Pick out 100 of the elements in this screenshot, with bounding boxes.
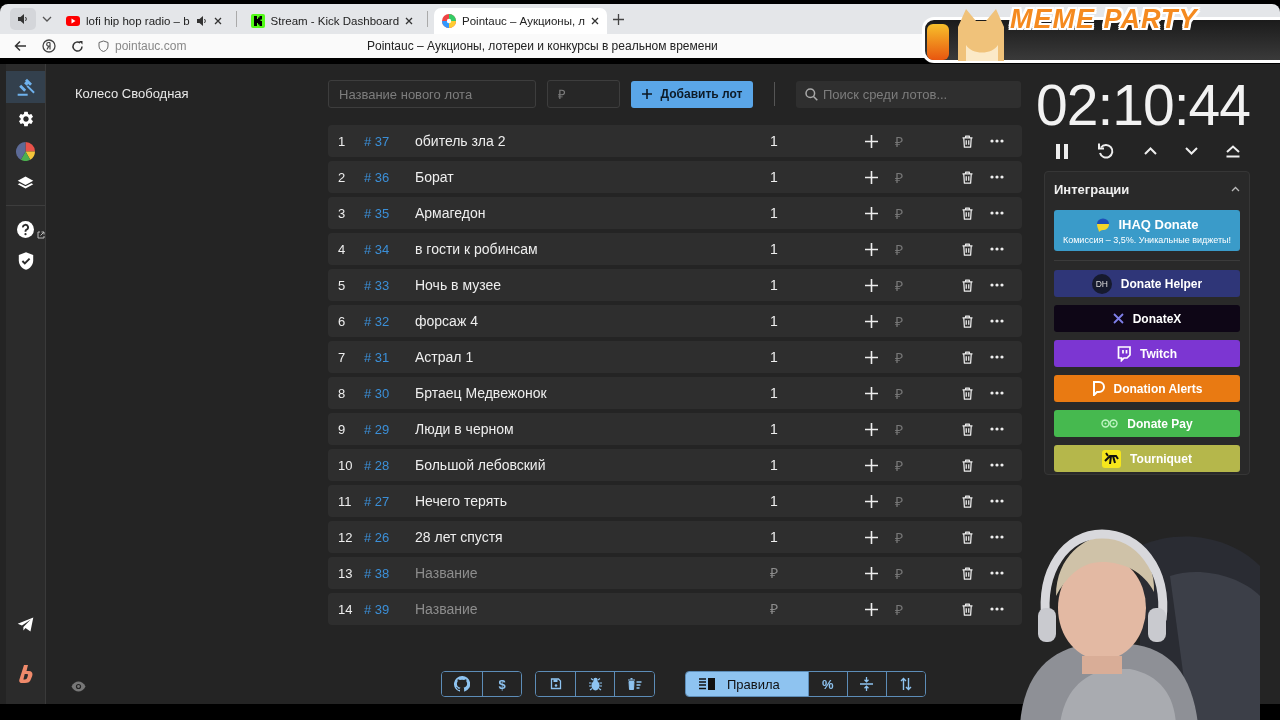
amount-field[interactable]: 1 — [762, 457, 786, 473]
amount-field[interactable]: 1 — [762, 277, 786, 293]
lot-name-field[interactable]: Люди в черном — [415, 421, 745, 437]
more-icon[interactable] — [990, 175, 1004, 179]
lot-name-field[interactable]: Бртаец Медвежонок — [415, 385, 745, 401]
amount-field[interactable]: 1 — [762, 385, 786, 401]
more-icon[interactable] — [990, 427, 1004, 431]
sort-icon — [899, 677, 912, 691]
lot-number: # 32 — [364, 313, 391, 329]
add-icon[interactable] — [864, 170, 878, 184]
amount-field[interactable]: ₽ — [547, 80, 620, 108]
amount-field[interactable]: 1 — [762, 349, 786, 365]
add-icon[interactable] — [864, 242, 878, 256]
speaker-icon[interactable] — [195, 15, 208, 27]
add-icon[interactable] — [864, 386, 878, 400]
amount-field[interactable]: ₽ — [762, 601, 786, 617]
integration-button[interactable]: DH Donate Helper — [1054, 270, 1240, 297]
audio-button[interactable] — [10, 8, 36, 30]
add-icon[interactable] — [864, 458, 878, 472]
amount-field[interactable]: 1 — [762, 313, 786, 329]
back-icon[interactable] — [14, 40, 27, 52]
lot-name-field[interactable]: Борат — [415, 169, 745, 185]
integration-button[interactable]: Twitch — [1054, 340, 1240, 367]
more-icon[interactable] — [990, 391, 1004, 395]
amount-field[interactable]: 1 — [762, 133, 786, 149]
lot-name-field[interactable]: Ночь в музее — [415, 277, 745, 293]
reload-icon[interactable] — [71, 39, 84, 53]
more-icon[interactable] — [990, 319, 1004, 323]
increase-button[interactable] — [1143, 147, 1157, 155]
add-icon[interactable] — [864, 530, 878, 544]
lot-name-field[interactable]: форсаж 4 — [415, 313, 745, 329]
banner-title: MEME PARTY — [1010, 4, 1198, 35]
more-icon[interactable] — [990, 571, 1004, 575]
address-field[interactable]: pointauc.com — [98, 39, 358, 53]
toolbar-button[interactable] — [885, 672, 925, 696]
row-number: 9 — [338, 421, 347, 437]
more-icon[interactable] — [990, 247, 1004, 251]
lot-name-field[interactable]: Астрал 1 — [415, 349, 745, 365]
add-icon[interactable] — [864, 422, 878, 436]
chevron-down-icon[interactable] — [42, 16, 52, 22]
add-icon[interactable] — [864, 134, 878, 148]
search-field[interactable]: Поиск среди лотов... — [796, 80, 1021, 108]
more-icon[interactable] — [990, 355, 1004, 359]
lot-name-field[interactable]: Название нового лота — [328, 80, 536, 108]
add-icon[interactable] — [864, 350, 878, 364]
add-icon[interactable] — [864, 566, 878, 580]
add-icon[interactable] — [864, 602, 878, 616]
amount-field[interactable]: ₽ — [762, 565, 786, 581]
amount-field[interactable]: 1 — [762, 529, 786, 545]
row-number: 11 — [338, 493, 353, 509]
amount-field[interactable]: 1 — [762, 241, 786, 257]
more-icon[interactable] — [990, 139, 1004, 143]
browser-tab[interactable]: Pointauc – Аукционы, л — [434, 8, 608, 34]
new-tab-icon[interactable] — [613, 13, 625, 25]
speaker-icon[interactable] — [17, 13, 29, 25]
lot-number: # 28 — [364, 457, 391, 473]
more-icon[interactable] — [990, 535, 1004, 539]
close-icon[interactable] — [213, 17, 222, 25]
toolbar-button[interactable]: Правила — [686, 672, 808, 696]
lot-name-field[interactable]: Название — [415, 565, 745, 581]
amount-field[interactable]: 1 — [762, 421, 786, 437]
more-icon[interactable] — [990, 499, 1004, 503]
lot-name-field[interactable]: в гости к робинсам — [415, 241, 745, 257]
restart-button[interactable] — [1097, 142, 1116, 160]
toolbar-button[interactable] — [614, 672, 654, 696]
more-icon[interactable] — [990, 211, 1004, 215]
amount-field[interactable]: 1 — [762, 493, 786, 509]
more-icon[interactable] — [990, 607, 1004, 611]
collapse-icon[interactable] — [1231, 186, 1240, 192]
lot-name-field[interactable]: Большой лебовский — [415, 457, 745, 473]
logo-icon — [18, 665, 33, 683]
toolbar-button[interactable]: $ — [482, 672, 521, 696]
add-lot-button[interactable]: Добавить лот — [631, 80, 753, 108]
close-icon[interactable] — [591, 17, 600, 25]
browser-tab[interactable]: lofi hip hop radio – b — [58, 8, 230, 34]
decrease-button[interactable] — [1184, 147, 1198, 155]
lot-number: # 29 — [364, 421, 391, 437]
amount-field[interactable]: 1 — [762, 205, 786, 221]
lot-number: # 27 — [364, 493, 391, 509]
lot-name-field[interactable]: 28 лет спустя — [415, 529, 745, 545]
profile-icon[interactable] — [42, 39, 56, 53]
lot-name-field[interactable]: Армагедон — [415, 205, 745, 221]
add-icon[interactable] — [864, 494, 878, 508]
close-icon[interactable] — [405, 17, 414, 25]
amount-field[interactable]: 1 — [762, 169, 786, 185]
lot-name-field[interactable]: Нечего терять — [415, 493, 745, 509]
integration-button[interactable]: DonateX — [1054, 305, 1240, 332]
more-icon[interactable] — [990, 463, 1004, 467]
send-icon — [17, 616, 34, 632]
plus-icon — [641, 89, 652, 99]
lot-name-field[interactable]: обитель зла 2 — [415, 133, 745, 149]
more-icon[interactable] — [990, 283, 1004, 287]
add-icon[interactable] — [864, 314, 878, 328]
lot-name-field[interactable]: Название — [415, 601, 745, 617]
browser-tab[interactable]: Stream - Kick Dashboard — [242, 8, 422, 34]
pause-button[interactable] — [1055, 143, 1069, 159]
eye-icon[interactable] — [71, 681, 86, 692]
add-icon[interactable] — [864, 206, 878, 220]
double-increase-button[interactable] — [1226, 144, 1240, 158]
add-icon[interactable] — [864, 278, 878, 292]
